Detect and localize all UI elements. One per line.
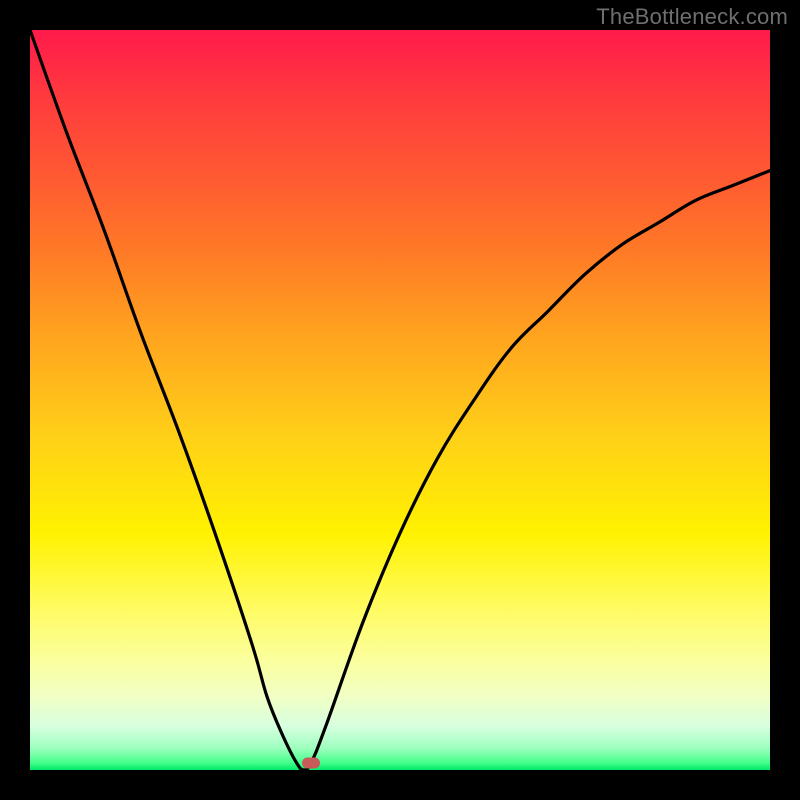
chart-frame: TheBottleneck.com [0, 0, 800, 800]
optimal-point-marker [302, 757, 320, 768]
bottleneck-curve [30, 30, 770, 770]
plot-area [30, 30, 770, 770]
watermark-text: TheBottleneck.com [596, 4, 788, 30]
curve-svg [30, 30, 770, 770]
